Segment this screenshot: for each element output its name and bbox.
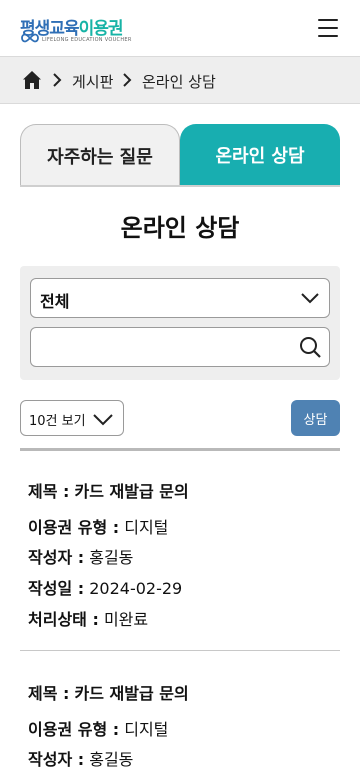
chevron-right-icon	[53, 73, 62, 87]
item-date-row: 작성일 : 2024-02-29	[28, 579, 183, 598]
chevron-right-icon	[123, 73, 132, 87]
search-field[interactable]	[30, 327, 330, 367]
list-divider	[20, 650, 340, 651]
tab-faq[interactable]: 자주하는 질문	[20, 124, 180, 186]
item-type-row: 이용권 유형 : 디지털	[28, 518, 169, 537]
breadcrumb-item-board[interactable]: 게시판	[72, 71, 113, 92]
category-select-value: 전체	[40, 292, 70, 311]
item-status-row: 처리상태 : 미완료	[28, 610, 149, 629]
search-icon[interactable]	[299, 336, 321, 358]
breadcrumb: 게시판 온라인 상담	[0, 56, 360, 104]
tab-online-consult[interactable]: 온라인 상담	[180, 124, 340, 186]
hamburger-menu-icon[interactable]	[318, 19, 338, 37]
logo-subtext: LIFELONG EDUCATION VOUCHER	[42, 37, 132, 43]
tab-bar: 자주하는 질문 온라인 상담	[20, 124, 340, 186]
chevron-down-icon	[93, 414, 113, 426]
app-header: 평생교육이용권 LIFELONG EDUCATION VOUCHER	[0, 0, 360, 56]
item-title-row: 제목 : 카드 재발급 문의	[28, 684, 189, 703]
item-author-row: 작성자 : 홍길동	[28, 750, 134, 769]
page-size-value: 10건 보기	[29, 414, 86, 429]
chevron-down-icon	[301, 293, 319, 304]
item-type-row: 이용권 유형 : 디지털	[28, 720, 169, 739]
logo-infinity-icon	[21, 33, 39, 43]
consult-button[interactable]: 상담	[291, 400, 340, 436]
logo[interactable]: 평생교육이용권 LIFELONG EDUCATION VOUCHER	[20, 14, 140, 44]
item-author-row: 작성자 : 홍길동	[28, 548, 134, 567]
search-input[interactable]	[39, 334, 289, 360]
breadcrumb-item-online-consult[interactable]: 온라인 상담	[142, 71, 216, 92]
list-top-border	[20, 448, 340, 451]
tab-underline	[20, 185, 340, 187]
home-icon[interactable]	[22, 70, 42, 90]
item-title-row: 제목 : 카드 재발급 문의	[28, 482, 189, 501]
page-title: 온라인 상담	[120, 214, 240, 242]
page-size-select[interactable]: 10건 보기	[20, 400, 124, 436]
search-panel: 전체	[20, 266, 340, 380]
category-select[interactable]: 전체	[30, 278, 330, 318]
